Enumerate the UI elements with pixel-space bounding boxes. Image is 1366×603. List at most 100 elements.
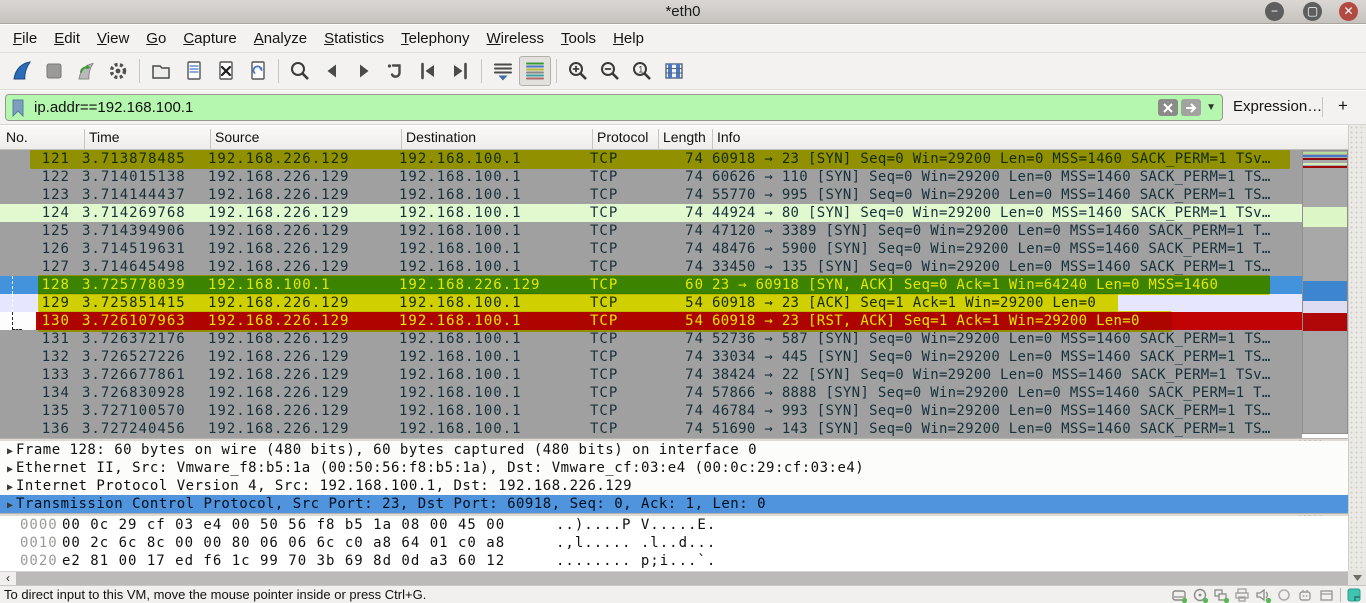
column-header-source[interactable]: Source xyxy=(210,129,399,150)
column-header-time[interactable]: Time xyxy=(84,129,208,150)
display-filter-input[interactable]: ip.addr==192.168.100.1 ▼ xyxy=(5,94,1223,121)
stop-capture-icon[interactable] xyxy=(38,56,70,86)
save-file-icon[interactable] xyxy=(177,56,209,86)
column-header-destination[interactable]: Destination xyxy=(401,129,590,150)
hex-row[interactable]: 0020e2 81 00 17 ed f6 1c 99 70 3b 69 8d … xyxy=(0,552,1348,570)
column-header-info[interactable]: Info xyxy=(712,129,1312,150)
menu-file[interactable]: File xyxy=(13,30,37,47)
menu-analyze[interactable]: Analyze xyxy=(254,30,307,47)
vm-fullscreen-icon[interactable] xyxy=(1347,588,1362,603)
hex-row[interactable]: 000000 0c 29 cf 03 e4 00 50 56 f8 b5 1a … xyxy=(0,516,1348,534)
packet-row-126[interactable]: 1263.714519631192.168.226.129192.168.100… xyxy=(0,240,1302,258)
packet-row-134[interactable]: 1343.726830928192.168.226.129192.168.100… xyxy=(0,384,1302,402)
close-button-icon[interactable]: ✕ xyxy=(1339,2,1358,21)
packet-row-132[interactable]: 1323.726527226192.168.226.129192.168.100… xyxy=(0,348,1302,366)
vm-tray-icon[interactable] xyxy=(1319,588,1334,603)
vm-horizontal-scrollbar[interactable]: ‹ xyxy=(0,571,1348,585)
menu-view[interactable]: View xyxy=(97,30,129,47)
menu-edit[interactable]: Edit xyxy=(54,30,80,47)
scroll-left-arrow-icon[interactable]: ‹ xyxy=(0,572,16,585)
vm-network-icon[interactable] xyxy=(1214,588,1229,603)
title-bar: *eth0 − ▢ ✕ xyxy=(0,0,1366,24)
auto-scroll-icon[interactable] xyxy=(487,56,519,86)
vm-harddisk-icon[interactable] xyxy=(1172,588,1187,603)
cell-no: 127 xyxy=(0,258,70,276)
menu-telephony[interactable]: Telephony xyxy=(401,30,469,47)
packet-row-131[interactable]: 1313.726372176192.168.226.129192.168.100… xyxy=(0,330,1302,348)
column-header-length[interactable]: Length xyxy=(658,129,710,150)
packet-row-133[interactable]: 1333.726677861192.168.226.129192.168.100… xyxy=(0,366,1302,384)
go-to-packet-icon[interactable] xyxy=(380,56,412,86)
filter-clear-icon[interactable] xyxy=(1158,99,1178,116)
menu-help[interactable]: Help xyxy=(613,30,644,47)
go-forward-icon[interactable] xyxy=(348,56,380,86)
maximize-button-icon[interactable]: ▢ xyxy=(1303,2,1322,21)
cell-proto: TCP xyxy=(590,384,652,402)
packet-row-129[interactable]: 1293.725851415192.168.226.129192.168.100… xyxy=(0,294,1302,312)
packet-row-127[interactable]: 1273.714645498192.168.226.129192.168.100… xyxy=(0,258,1302,276)
menu-statistics[interactable]: Statistics xyxy=(324,30,384,47)
minimize-button-icon[interactable]: − xyxy=(1265,2,1284,21)
filter-text[interactable]: ip.addr==192.168.100.1 xyxy=(30,99,1158,116)
cell-len: 74 xyxy=(650,204,704,222)
packet-row-125[interactable]: 1253.714394906192.168.226.129192.168.100… xyxy=(0,222,1302,240)
cell-dst: 192.168.100.1 xyxy=(399,420,585,438)
capture-options-icon[interactable] xyxy=(102,56,134,86)
close-file-icon[interactable] xyxy=(209,56,241,86)
go-back-icon[interactable] xyxy=(316,56,348,86)
restart-capture-icon[interactable] xyxy=(70,56,102,86)
vm-printer-icon[interactable] xyxy=(1235,588,1250,603)
expression-button[interactable]: Expression… xyxy=(1233,98,1322,115)
detail-row[interactable]: ▶Ethernet II, Src: Vmware_f8:b5:1a (00:5… xyxy=(0,459,1348,477)
packet-row-135[interactable]: 1353.727100570192.168.226.129192.168.100… xyxy=(0,402,1302,420)
packet-row-123[interactable]: 1233.714144437192.168.226.129192.168.100… xyxy=(0,186,1302,204)
vm-sound-icon[interactable] xyxy=(1256,588,1271,603)
menu-tools[interactable]: Tools xyxy=(561,30,596,47)
filter-apply-icon[interactable] xyxy=(1181,99,1201,116)
detail-row[interactable]: ▶Internet Protocol Version 4, Src: 192.1… xyxy=(0,477,1348,495)
reload-file-icon[interactable] xyxy=(241,56,273,86)
cell-info: 33450 → 135 [SYN] Seq=0 Win=29200 Len=0 … xyxy=(712,258,1302,276)
toolbar-separator xyxy=(481,59,482,83)
vm-usb-controller-icon[interactable] xyxy=(1277,588,1292,603)
packet-row-136[interactable]: 1363.727240456192.168.226.129192.168.100… xyxy=(0,420,1302,438)
packet-list-minimap[interactable] xyxy=(1302,150,1348,434)
start-capture-icon[interactable] xyxy=(6,56,38,86)
detail-row[interactable]: ▶Frame 128: 60 bytes on wire (480 bits),… xyxy=(0,441,1348,459)
detail-row[interactable]: ▶Transmission Control Protocol, Src Port… xyxy=(0,495,1348,513)
vm-vertical-scrollbar[interactable] xyxy=(1348,125,1366,585)
menu-go[interactable]: Go xyxy=(146,30,166,47)
zoom-original-icon[interactable]: 1 xyxy=(626,56,658,86)
packet-row-124[interactable]: 1243.714269768192.168.226.129192.168.100… xyxy=(0,204,1302,222)
add-filter-button[interactable]: + xyxy=(1338,96,1348,116)
go-last-icon[interactable] xyxy=(444,56,476,86)
colorize-icon[interactable] xyxy=(519,56,551,86)
zoom-in-icon[interactable] xyxy=(562,56,594,86)
toolbar-separator xyxy=(278,59,279,83)
packet-row-130[interactable]: 1303.726107963192.168.226.129192.168.100… xyxy=(0,312,1302,330)
menu-capture[interactable]: Capture xyxy=(183,30,236,47)
cell-no: 125 xyxy=(0,222,70,240)
vm-cdrom-icon[interactable] xyxy=(1193,588,1208,603)
related-packet-line xyxy=(12,276,13,294)
column-header-no[interactable]: No. xyxy=(2,129,82,150)
packet-row-122[interactable]: 1223.714015138192.168.226.129192.168.100… xyxy=(0,168,1302,186)
open-file-icon[interactable] xyxy=(145,56,177,86)
packet-row-121[interactable]: 1213.713878485192.168.226.129192.168.100… xyxy=(0,150,1302,168)
go-first-icon[interactable] xyxy=(412,56,444,86)
cell-time: 3.726372176 xyxy=(82,330,207,348)
hex-row[interactable]: 001000 2c 6c 8c 00 00 80 06 06 6c c0 a8 … xyxy=(0,534,1348,552)
filter-bookmark-icon[interactable] xyxy=(6,95,30,120)
cell-dst: 192.168.100.1 xyxy=(399,240,585,258)
menu-wireless[interactable]: Wireless xyxy=(487,30,545,47)
zoom-out-icon[interactable] xyxy=(594,56,626,86)
packet-row-128[interactable]: 1283.725778039192.168.100.1192.168.226.1… xyxy=(0,276,1302,294)
find-packet-icon[interactable] xyxy=(284,56,316,86)
scroll-down-arrow-icon[interactable] xyxy=(1348,570,1366,585)
expander-icon[interactable]: ▶ xyxy=(0,497,16,515)
filter-history-dropdown-icon[interactable]: ▼ xyxy=(1204,102,1218,113)
cell-time: 3.713878485 xyxy=(82,150,207,168)
resize-columns-icon[interactable] xyxy=(658,56,690,86)
column-header-protocol[interactable]: Protocol xyxy=(592,129,656,150)
vm-usb-device-icon[interactable] xyxy=(1298,588,1313,603)
